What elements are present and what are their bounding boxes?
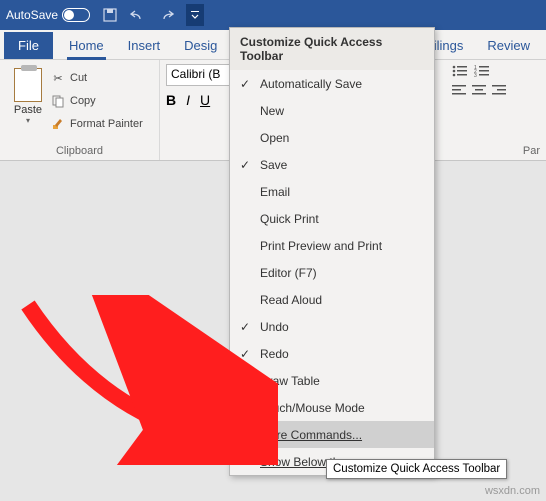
format-painter-button[interactable]: Format Painter (50, 114, 143, 134)
menu-item-save[interactable]: Save (230, 151, 434, 178)
redo-icon[interactable] (154, 3, 178, 27)
copy-label: Copy (70, 95, 96, 107)
title-bar: AutoSave (0, 0, 546, 30)
tab-review[interactable]: Review (475, 32, 542, 59)
align-right-icon[interactable] (492, 84, 506, 96)
menu-item-read-aloud[interactable]: Read Aloud (230, 286, 434, 313)
tooltip: Customize Quick Access Toolbar (326, 459, 507, 479)
copy-button[interactable]: Copy (50, 91, 143, 111)
bold-button[interactable]: B (166, 92, 176, 108)
toggle-switch-icon (62, 8, 90, 22)
tab-insert[interactable]: Insert (116, 32, 173, 59)
qat-customize-menu: Customize Quick Access Toolbar Automatic… (229, 27, 435, 476)
svg-text:3: 3 (474, 73, 477, 78)
italic-button[interactable]: I (186, 92, 190, 108)
menu-item-new[interactable]: New (230, 97, 434, 124)
qat-dropdown-button[interactable] (186, 4, 204, 26)
align-left-icon[interactable] (452, 84, 466, 96)
autosave-toggle[interactable]: AutoSave (6, 8, 90, 22)
bullets-icon[interactable] (452, 64, 468, 78)
menu-title: Customize Quick Access Toolbar (230, 28, 434, 70)
menu-item-editor-f7[interactable]: Editor (F7) (230, 259, 434, 286)
quick-access-toolbar (98, 3, 204, 27)
paintbrush-icon (50, 116, 66, 132)
copy-icon (50, 93, 66, 109)
cut-label: Cut (70, 72, 87, 84)
cut-button[interactable]: ✂ Cut (50, 68, 143, 88)
menu-item-print-preview-and-print[interactable]: Print Preview and Print (230, 232, 434, 259)
menu-item-undo[interactable]: Undo (230, 313, 434, 340)
undo-icon[interactable] (126, 3, 150, 27)
tab-design[interactable]: Desig (172, 32, 229, 59)
menu-item-email[interactable]: Email (230, 178, 434, 205)
numbering-icon[interactable]: 123 (474, 64, 490, 78)
menu-item-touch-mouse-mode[interactable]: Touch/Mouse Mode (230, 394, 434, 421)
paragraph-group: 123 Par (446, 60, 546, 160)
format-painter-label: Format Painter (70, 118, 143, 130)
chevron-down-icon: ▾ (26, 116, 30, 125)
tab-home[interactable]: Home (57, 32, 116, 59)
menu-item-quick-print[interactable]: Quick Print (230, 205, 434, 232)
menu-item-automatically-save[interactable]: Automatically Save (230, 70, 434, 97)
align-center-icon[interactable] (472, 84, 486, 96)
tab-file[interactable]: File (4, 32, 53, 59)
menu-item-draw-table[interactable]: Draw Table (230, 367, 434, 394)
clipboard-group-label: Clipboard (0, 145, 159, 157)
menu-item-more-commands[interactable]: More Commands... (230, 421, 434, 448)
autosave-label: AutoSave (6, 8, 58, 22)
menu-item-open[interactable]: Open (230, 124, 434, 151)
scissors-icon: ✂ (50, 70, 66, 86)
clipboard-group: Paste ▾ ✂ Cut Copy Format Painter Clipbo… (0, 60, 160, 160)
paragraph-group-label: Par (523, 145, 540, 157)
menu-item-redo[interactable]: Redo (230, 340, 434, 367)
paste-icon (14, 68, 42, 102)
paste-button[interactable]: Paste ▾ (6, 64, 50, 156)
watermark: wsxdn.com (485, 485, 540, 497)
paste-label: Paste (14, 104, 42, 116)
underline-button[interactable]: U (200, 92, 210, 108)
save-icon[interactable] (98, 3, 122, 27)
